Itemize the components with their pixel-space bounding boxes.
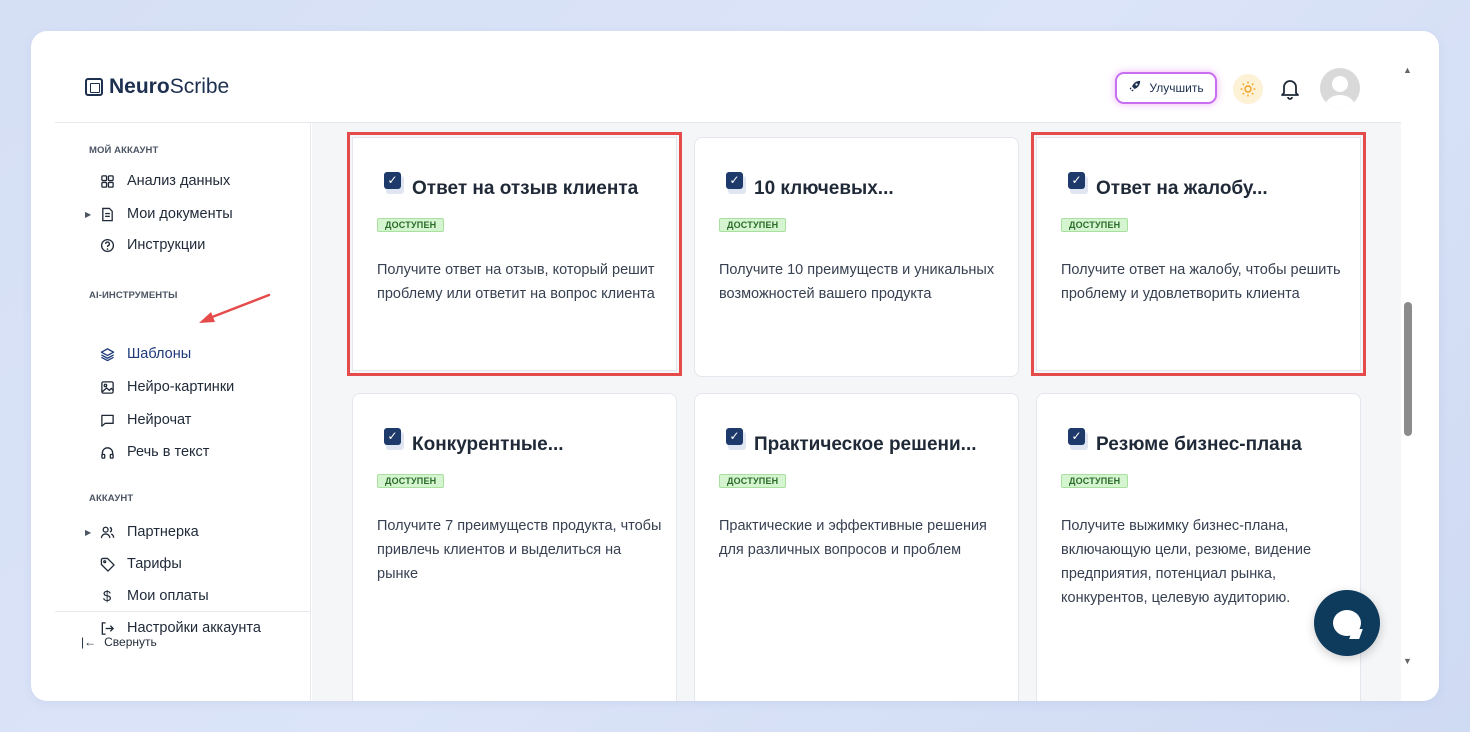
sidebar-item-label: Мои документы (127, 206, 233, 222)
status-badge: ДОСТУПЕН (719, 218, 787, 232)
template-card[interactable]: ✓ Ответ на жалобу... ДОСТУПЕН Получите о… (1031, 132, 1366, 376)
template-title: Резюме бизнес-плана (1096, 434, 1302, 455)
sidebar-item-neuro-chat[interactable]: Нейрочат (85, 409, 191, 431)
sidebar-item-label: Нейрочат (127, 412, 192, 428)
rocket-icon (1128, 80, 1141, 96)
headphones-icon (95, 445, 119, 460)
image-icon (95, 380, 119, 395)
template-card[interactable]: ✓ Конкурентные... ДОСТУПЕН Получите 7 пр… (352, 393, 677, 701)
status-badge: ДОСТУПЕН (377, 474, 445, 488)
status-badge: ДОСТУПЕН (719, 474, 787, 488)
support-chat-button[interactable] (1314, 590, 1380, 656)
upgrade-label: Улучшить (1149, 81, 1204, 95)
template-description: Получите ответ на жалобу, чтобы решить п… (1061, 262, 1341, 302)
logo[interactable]: NeuroScribe (85, 75, 229, 99)
template-checkbox-icon: ✓ (1068, 428, 1088, 450)
status-badge: ДОСТУПЕН (1061, 218, 1129, 232)
help-circle-icon (95, 238, 119, 253)
collapse-sidebar-button[interactable]: |← Свернуть (81, 635, 157, 649)
document-icon (95, 207, 119, 222)
template-title: Ответ на жалобу... (1096, 178, 1268, 199)
sun-icon[interactable] (1233, 74, 1263, 104)
sidebar-item-instructions[interactable]: Инструкции (85, 234, 205, 256)
template-description: Получите 7 преимуществ продукта, чтобы п… (377, 518, 662, 582)
sidebar-item-templates[interactable]: Шаблоны (85, 343, 191, 365)
template-checkbox-icon: ✓ (384, 428, 404, 450)
sidebar-item-label: Настройки аккаунта (127, 620, 261, 636)
template-title: 10 ключевых... (754, 178, 894, 199)
sidebar-item-documents[interactable]: ▶ Мои документы (85, 203, 233, 225)
sidebar-item-tariffs[interactable]: Тарифы (85, 553, 182, 575)
user-avatar[interactable] (1320, 68, 1360, 108)
sidebar-item-label: Инструкции (127, 237, 206, 253)
template-checkbox-icon: ✓ (384, 172, 404, 194)
sidebar-item-label: Шаблоны (127, 346, 192, 362)
logo-icon (85, 78, 103, 96)
sidebar-item-label: Анализ данных (127, 173, 231, 189)
templates-grid: ✓ Ответ на отзыв клиента ДОСТУПЕН Получи… (312, 123, 1401, 701)
section-title-my-account: МОЙ АККАУНТ (89, 145, 159, 156)
template-title: Практическое решени... (754, 434, 977, 455)
logout-icon (95, 621, 119, 636)
collapse-icon: |← (81, 635, 97, 649)
template-card[interactable]: ✓ 10 ключевых... ДОСТУПЕН Получите 10 пр… (694, 137, 1019, 377)
status-badge: ДОСТУПЕН (1061, 474, 1129, 488)
template-description: Получите выжимку бизнес-плана, включающу… (1061, 518, 1312, 606)
template-title: Ответ на отзыв клиента (412, 178, 639, 199)
template-checkbox-icon: ✓ (1068, 172, 1088, 194)
scrollbar-thumb[interactable] (1404, 302, 1412, 436)
sidebar-item-label: Партнерка (127, 524, 199, 540)
expand-caret-icon[interactable]: ▶ (85, 210, 95, 219)
top-header: NeuroScribe Улучшить (31, 31, 1401, 123)
template-description: Получите 10 преимуществ и уникальных воз… (719, 262, 995, 302)
section-title-ai-tools: AI-ИНСТРУМЕНТЫ (89, 290, 178, 301)
scroll-down-arrow-icon[interactable]: ▼ (1403, 656, 1412, 666)
template-checkbox-icon: ✓ (726, 172, 746, 194)
sidebar-item-payments[interactable]: $ Мои оплаты (85, 585, 209, 607)
chat-icon (95, 413, 119, 428)
expand-caret-icon[interactable]: ▶ (85, 528, 95, 537)
status-badge: ДОСТУПЕН (377, 218, 445, 232)
logo-text: NeuroScribe (109, 75, 230, 98)
sidebar-item-label: Тарифы (127, 556, 182, 572)
layers-icon (95, 347, 119, 362)
chat-bubble-icon (1333, 610, 1361, 636)
grid-icon (95, 174, 119, 189)
sidebar-item-analytics[interactable]: Анализ данных (85, 170, 230, 192)
sidebar-divider (55, 611, 311, 612)
sidebar-item-neuro-images[interactable]: Нейро-картинки (85, 376, 234, 398)
template-card[interactable]: ✓ Резюме бизнес-плана ДОСТУПЕН Получите … (1036, 393, 1361, 701)
sidebar-item-label: Мои оплаты (127, 588, 209, 604)
section-title-account: АККАУНТ (89, 493, 134, 504)
bell-icon[interactable] (1279, 77, 1301, 101)
sidebar-item-label: Речь в текст (127, 444, 210, 460)
template-card[interactable]: ✓ Практическое решени... ДОСТУПЕН Практи… (694, 393, 1019, 701)
sidebar-item-partners[interactable]: ▶ Партнерка (85, 521, 199, 543)
sidebar: МОЙ АККАУНТ Анализ данных ▶ Мои документ… (55, 123, 311, 701)
template-card[interactable]: ✓ Ответ на отзыв клиента ДОСТУПЕН Получи… (347, 132, 682, 376)
sidebar-item-speech-to-text[interactable]: Речь в текст (85, 441, 209, 463)
annotation-arrow-icon (199, 293, 271, 323)
template-title: Конкурентные... (412, 434, 564, 455)
template-description: Получите ответ на отзыв, который решит п… (377, 262, 655, 302)
template-checkbox-icon: ✓ (726, 428, 746, 450)
app-window: NeuroScribe Улучшить МОЙ АККАУНТ Анализ … (31, 31, 1439, 701)
template-description: Практические и эффективные решения для р… (719, 518, 987, 558)
scroll-up-arrow-icon[interactable]: ▲ (1403, 65, 1412, 75)
dollar-icon: $ (102, 587, 112, 605)
sidebar-item-label: Нейро-картинки (127, 379, 235, 395)
tag-icon (95, 557, 119, 572)
users-icon (95, 525, 119, 540)
upgrade-button[interactable]: Улучшить (1115, 72, 1217, 104)
